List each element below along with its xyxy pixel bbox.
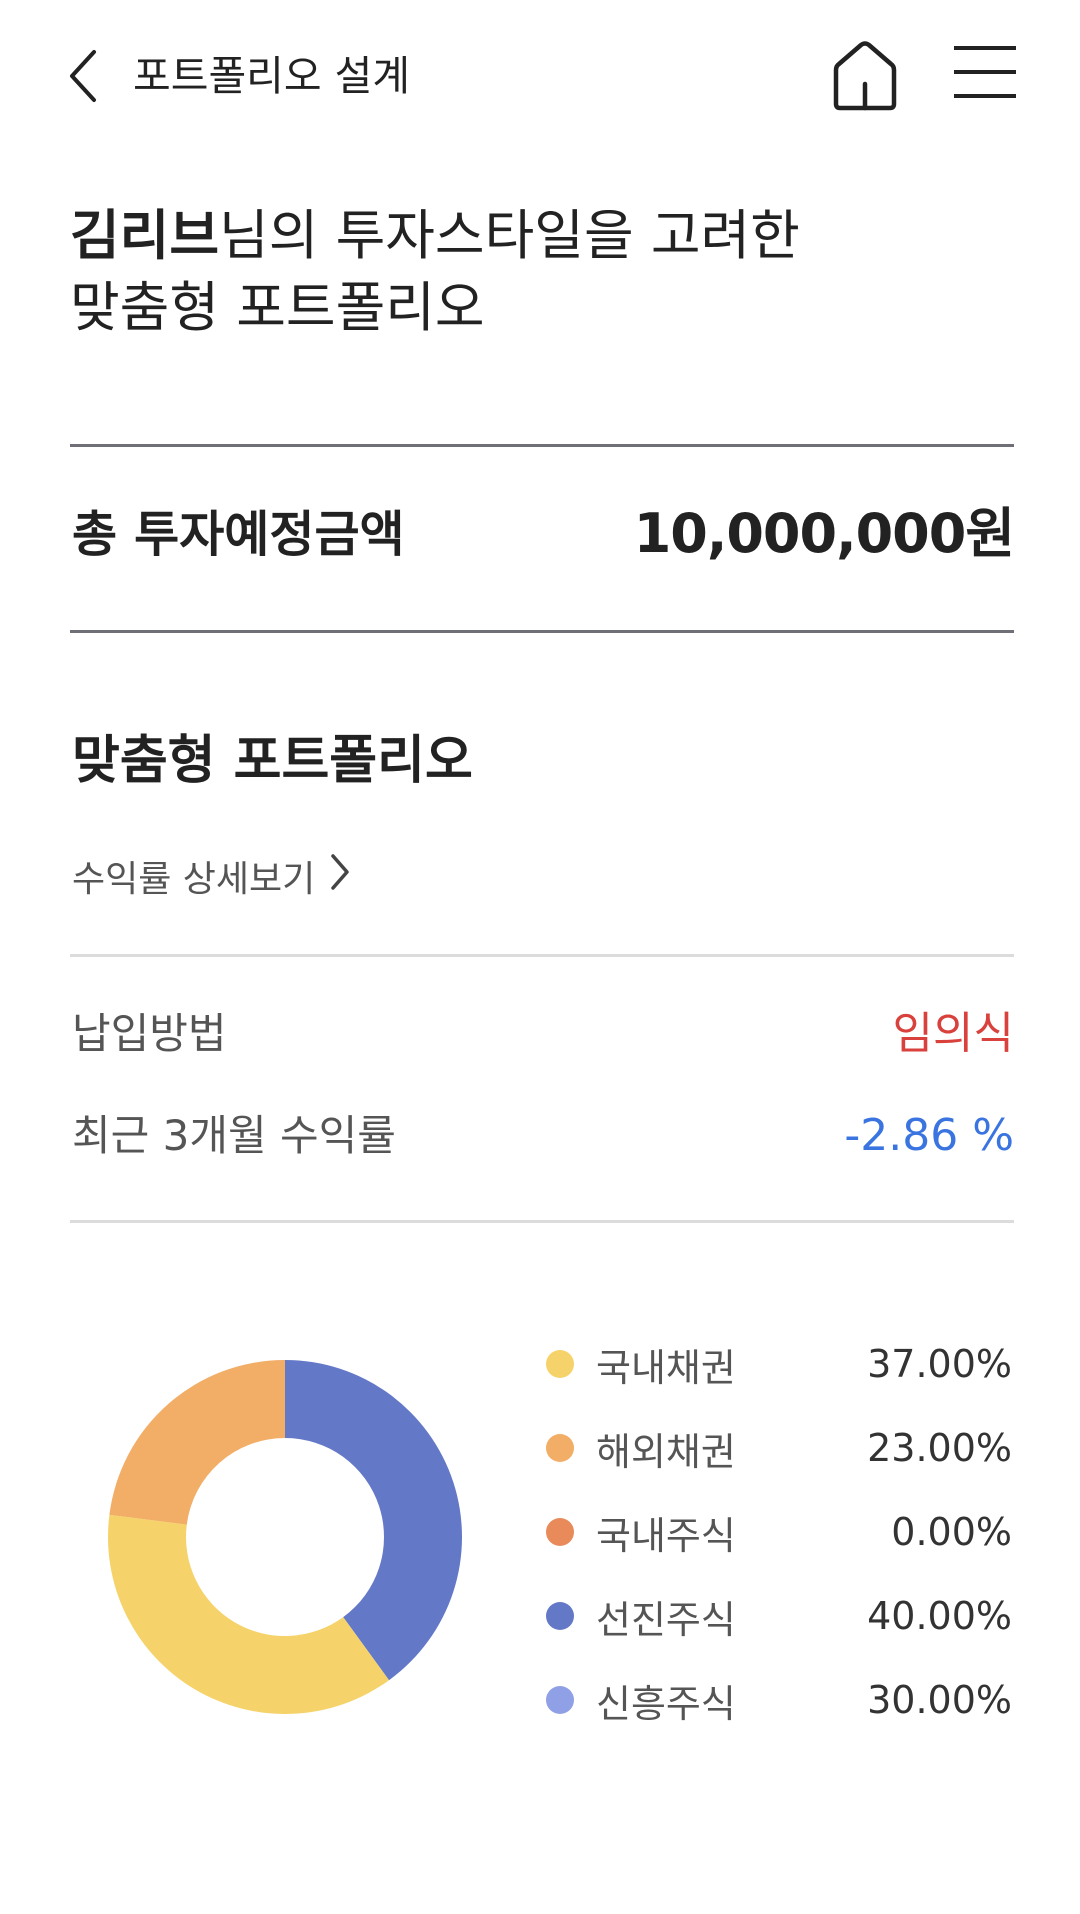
page-title: 포트폴리오 설계 xyxy=(133,52,411,100)
section-title: 맞춤형 포트폴리오 xyxy=(72,731,473,791)
divider xyxy=(70,1220,1014,1223)
home-icon[interactable] xyxy=(830,38,900,112)
legend-label: 국내채권 xyxy=(596,1345,736,1390)
menu-icon[interactable] xyxy=(952,42,1018,102)
payment-method-label: 납입방법 xyxy=(72,1009,227,1058)
legend-label: 선진주식 xyxy=(596,1597,736,1642)
chevron-right-icon xyxy=(329,852,351,907)
legend-dot xyxy=(546,1434,574,1462)
legend-value: 30.00% xyxy=(867,1678,1012,1722)
return-detail-link[interactable]: 수익률 상세보기 xyxy=(72,852,351,907)
legend-dot xyxy=(546,1518,574,1546)
legend-item: 선진주식 40.00% xyxy=(546,1586,1012,1646)
legend-label: 해외채권 xyxy=(596,1429,736,1474)
legend-dot xyxy=(546,1602,574,1630)
return-detail-label: 수익률 상세보기 xyxy=(72,858,316,900)
legend-item: 신흥주식 30.00% xyxy=(546,1670,1012,1730)
total-investment-value: 10,000,000원 xyxy=(633,502,1015,565)
legend-label: 신흥주식 xyxy=(596,1681,736,1726)
portfolio-headline: 김리브님의 투자스타일을 고려한 맞춤형 포트폴리오 xyxy=(70,200,800,344)
legend-value: 37.00% xyxy=(867,1342,1012,1386)
headline-line1: 님의 투자스타일을 고려한 xyxy=(219,204,800,267)
payment-method-value: 임의식 xyxy=(892,1008,1014,1059)
divider xyxy=(70,954,1014,957)
divider xyxy=(70,444,1014,447)
legend-value: 40.00% xyxy=(867,1594,1012,1638)
recent-return-value: -2.86 % xyxy=(844,1110,1014,1161)
legend-value: 0.00% xyxy=(891,1510,1012,1554)
donut-slice-선진주식 xyxy=(285,1360,462,1681)
legend-item: 해외채권 23.00% xyxy=(546,1418,1012,1478)
legend-value: 23.00% xyxy=(867,1426,1012,1470)
headline-line2: 맞춤형 포트폴리오 xyxy=(70,276,485,339)
legend-dot xyxy=(546,1686,574,1714)
customer-name: 김리브 xyxy=(70,204,220,267)
divider xyxy=(70,630,1014,633)
total-investment-label: 총 투자예정금액 xyxy=(72,506,405,563)
allocation-donut-chart xyxy=(108,1360,462,1714)
legend-item: 국내주식 0.00% xyxy=(546,1502,1012,1562)
legend-dot xyxy=(546,1350,574,1378)
back-icon[interactable] xyxy=(62,46,106,106)
legend-label: 국내주식 xyxy=(596,1513,736,1558)
legend-item: 국내채권 37.00% xyxy=(546,1334,1012,1394)
donut-slice-해외채권 xyxy=(109,1360,286,1525)
recent-return-label: 최근 3개월 수익률 xyxy=(72,1111,396,1160)
